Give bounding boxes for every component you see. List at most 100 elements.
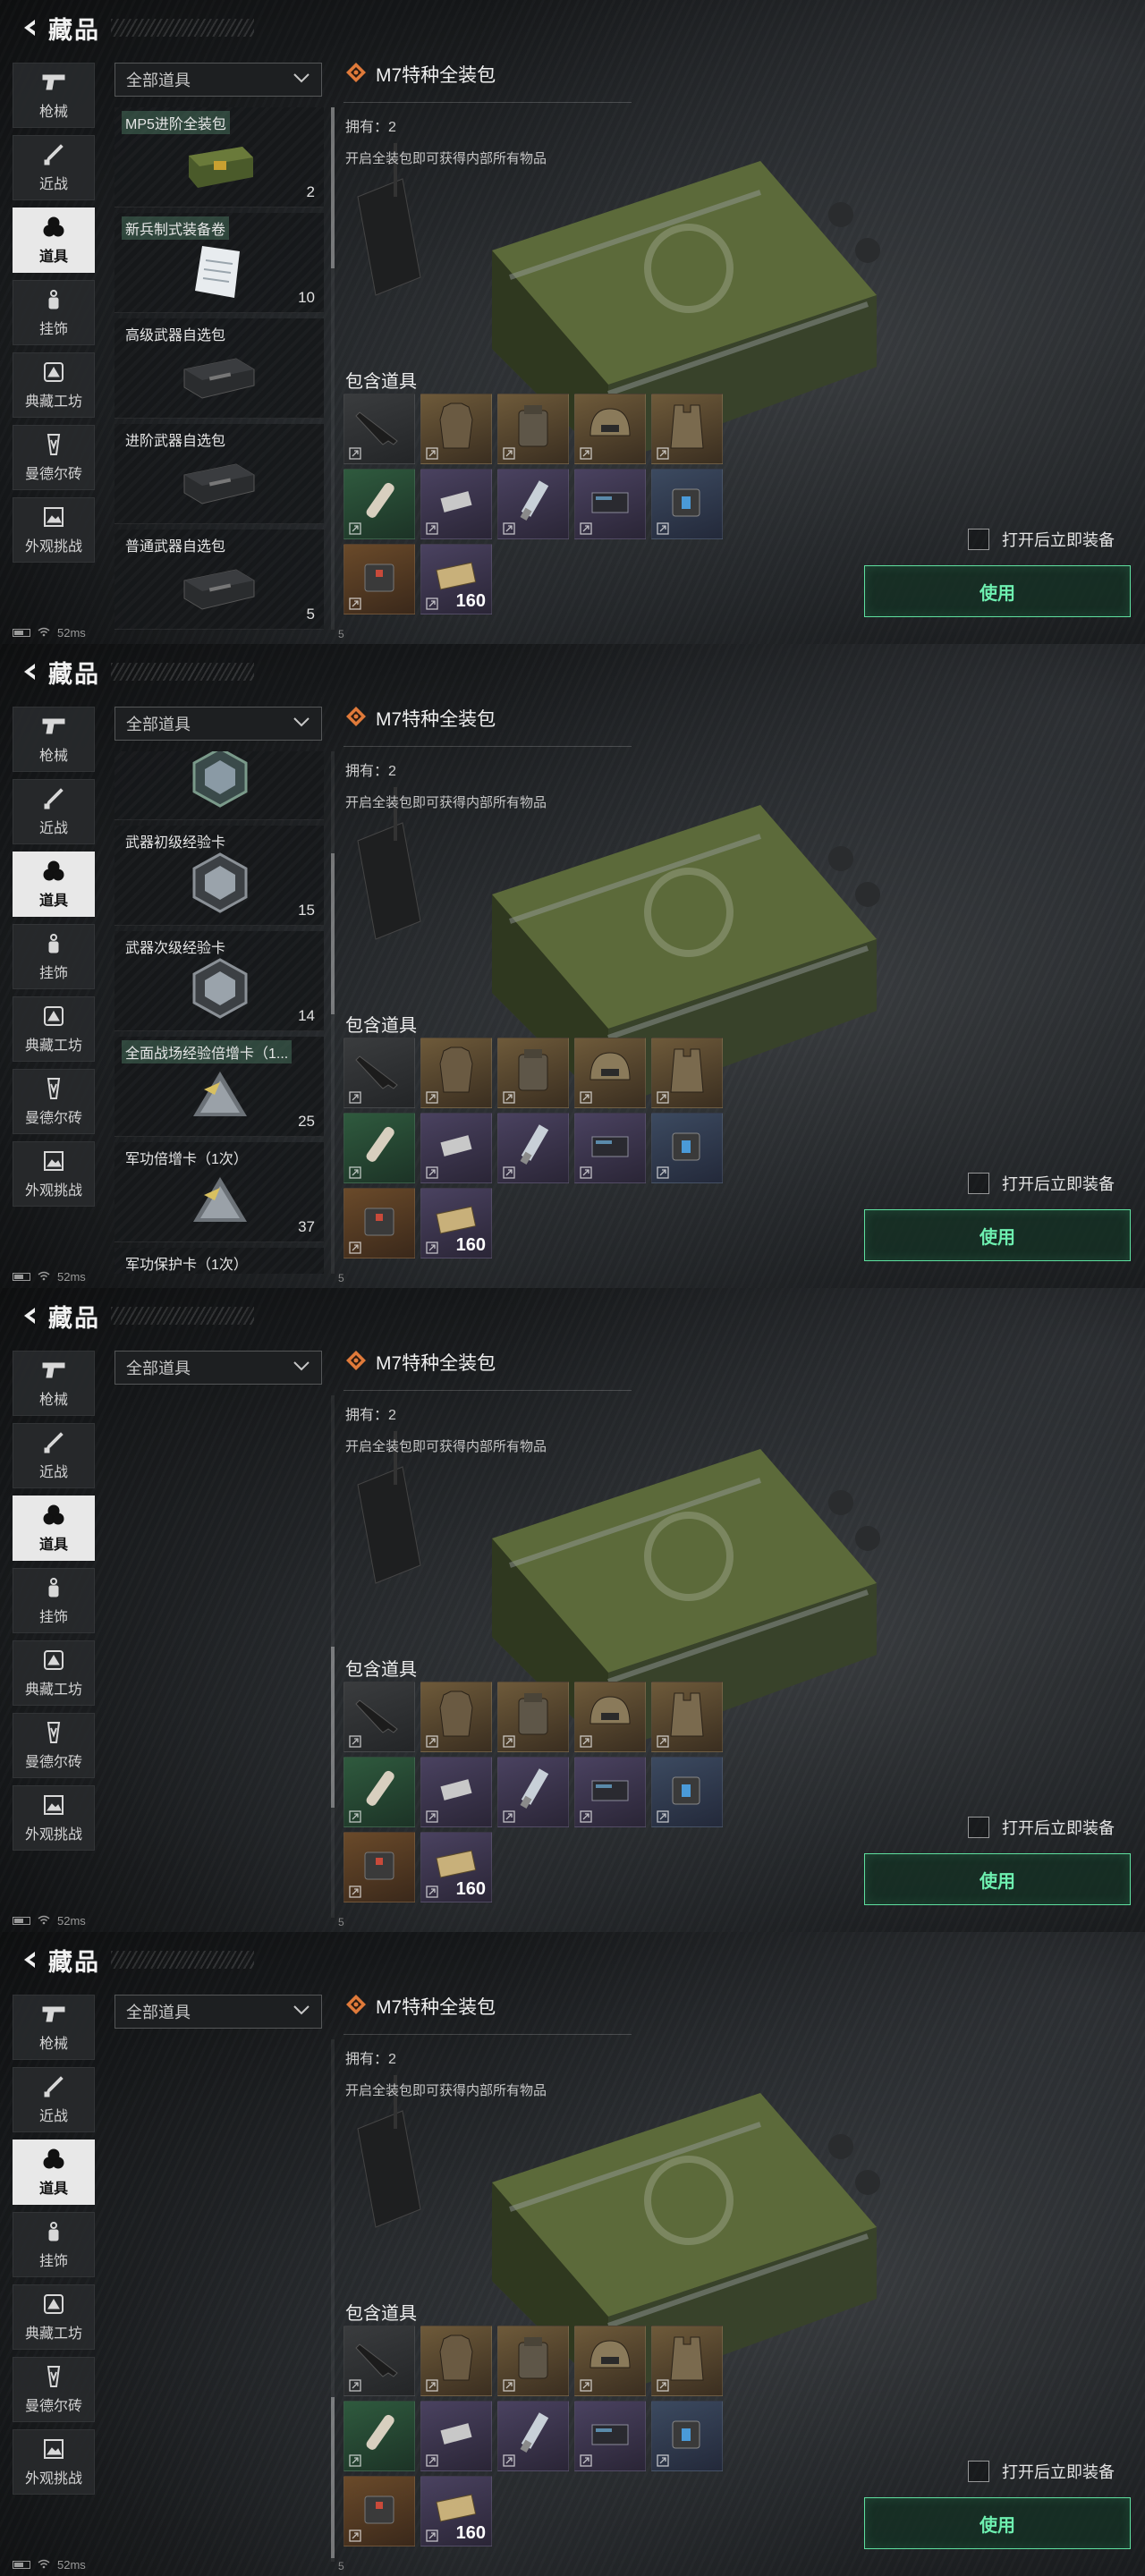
equip-after-open-toggle[interactable]: 打开后立即装备 — [968, 1172, 1115, 1195]
nav-item-gun[interactable]: 枪械 — [13, 63, 95, 128]
list-item[interactable]: 武器中级经验卡 — [114, 751, 324, 820]
included-item-vest[interactable] — [651, 1682, 723, 1752]
included-item-injector[interactable] — [497, 1757, 569, 1827]
nav-item-gallery[interactable]: 外观挑战 — [13, 1141, 95, 1207]
item-list[interactable] — [114, 1395, 324, 1918]
list-item[interactable]: 武器初级经验卡 15 — [114, 825, 324, 926]
nav-item-gallery[interactable]: 外观挑战 — [13, 2429, 95, 2495]
included-item-kit[interactable] — [344, 544, 415, 614]
equip-checkbox[interactable] — [968, 2461, 989, 2482]
included-item-armor[interactable] — [420, 1038, 492, 1108]
included-item-card[interactable] — [574, 1113, 646, 1183]
included-item-helmet[interactable] — [574, 1038, 646, 1108]
equip-after-open-toggle[interactable]: 打开后立即装备 — [968, 528, 1115, 551]
filter-dropdown[interactable]: 全部道具 — [114, 707, 322, 741]
included-item-rifle[interactable] — [344, 394, 415, 464]
list-item[interactable]: 高级武器自选包 — [114, 318, 324, 419]
nav-item-workshop[interactable]: 典藏工坊 — [13, 2284, 95, 2350]
scroll-thumb[interactable] — [331, 107, 335, 268]
back-arrow-icon[interactable] — [13, 1298, 48, 1334]
included-item-kit[interactable] — [344, 1832, 415, 1902]
nav-item-brick[interactable]: 曼德尔砖 — [13, 2357, 95, 2422]
list-scrollbar[interactable] — [331, 1395, 335, 1918]
included-item-card[interactable] — [574, 1757, 646, 1827]
nav-item-charm[interactable]: 挂饰 — [13, 2212, 95, 2277]
included-item-battery[interactable] — [651, 2401, 723, 2471]
nav-item-bomb[interactable]: 道具 — [13, 852, 95, 917]
included-item-injector[interactable] — [497, 2401, 569, 2471]
list-item[interactable]: 军功保护卡（1次）36 — [114, 1247, 324, 1274]
included-item-armor[interactable] — [420, 1682, 492, 1752]
included-item-rifle[interactable] — [344, 1682, 415, 1752]
included-item-syringe[interactable] — [344, 2401, 415, 2471]
nav-item-charm[interactable]: 挂饰 — [13, 280, 95, 345]
nav-item-bomb[interactable]: 道具 — [13, 1496, 95, 1561]
list-item[interactable]: 普通武器自选包 5 — [114, 530, 324, 630]
included-item-syringe[interactable] — [344, 469, 415, 539]
list-item[interactable]: 军功倍增卡（1次） 37 — [114, 1141, 324, 1242]
filter-dropdown[interactable]: 全部道具 — [114, 1351, 322, 1385]
included-item-injector[interactable] — [497, 1113, 569, 1183]
included-item-helmet[interactable] — [574, 394, 646, 464]
nav-item-gun[interactable]: 枪械 — [13, 707, 95, 772]
nav-item-charm[interactable]: 挂饰 — [13, 924, 95, 989]
list-item[interactable]: 武器次级经验卡 14 — [114, 930, 324, 1031]
nav-item-bomb[interactable]: 道具 — [13, 208, 95, 273]
nav-item-brick[interactable]: 曼德尔砖 — [13, 1069, 95, 1134]
nav-item-gun[interactable]: 枪械 — [13, 1351, 95, 1416]
included-item-helmet[interactable] — [574, 2326, 646, 2396]
included-item-armor[interactable] — [420, 2326, 492, 2396]
included-item-kit[interactable] — [344, 2476, 415, 2546]
list-item[interactable]: 进阶武器自选包 — [114, 424, 324, 524]
included-item-ammo[interactable] — [420, 2401, 492, 2471]
nav-item-knife[interactable]: 近战 — [13, 2067, 95, 2132]
item-list[interactable]: 武器中级经验卡武器初级经验卡15武器次级经验卡14全面战场经验倍增卡（1...2… — [114, 751, 324, 1274]
included-item-bullets[interactable]: 160 — [420, 2476, 492, 2546]
list-scrollbar[interactable] — [331, 107, 335, 630]
included-item-syringe[interactable] — [344, 1113, 415, 1183]
included-item-ammo[interactable] — [420, 1113, 492, 1183]
nav-item-brick[interactable]: 曼德尔砖 — [13, 425, 95, 490]
included-item-bullets[interactable]: 160 — [420, 1188, 492, 1258]
item-list[interactable]: MP5进阶全装包 2 新兵制式装备卷 10 高级武器自选包 进阶武器自选包 普通武器自选包 5 — [114, 107, 324, 630]
list-item[interactable]: MP5进阶全装包 2 — [114, 107, 324, 208]
included-item-bullets[interactable]: 160 — [420, 1832, 492, 1902]
included-item-backpack[interactable] — [497, 394, 569, 464]
nav-item-workshop[interactable]: 典藏工坊 — [13, 1640, 95, 1706]
included-item-battery[interactable] — [651, 469, 723, 539]
scroll-thumb[interactable] — [331, 853, 335, 1015]
nav-item-gallery[interactable]: 外观挑战 — [13, 1785, 95, 1851]
scroll-thumb[interactable] — [331, 1646, 335, 1808]
use-button[interactable]: 使用 — [864, 1209, 1131, 1261]
included-item-armor[interactable] — [420, 394, 492, 464]
included-item-bullets[interactable]: 160 — [420, 544, 492, 614]
included-item-rifle[interactable] — [344, 1038, 415, 1108]
list-scrollbar[interactable] — [331, 2039, 335, 2562]
list-item[interactable]: 新兵制式装备卷 10 — [114, 213, 324, 313]
back-arrow-icon[interactable] — [13, 1942, 48, 1978]
included-item-backpack[interactable] — [497, 1682, 569, 1752]
equip-checkbox[interactable] — [968, 1817, 989, 1838]
included-item-battery[interactable] — [651, 1757, 723, 1827]
back-arrow-icon[interactable] — [13, 654, 48, 690]
included-item-syringe[interactable] — [344, 1757, 415, 1827]
nav-item-brick[interactable]: 曼德尔砖 — [13, 1713, 95, 1778]
equip-checkbox[interactable] — [968, 1173, 989, 1194]
nav-item-knife[interactable]: 近战 — [13, 135, 95, 200]
use-button[interactable]: 使用 — [864, 565, 1131, 617]
nav-item-gun[interactable]: 枪械 — [13, 1995, 95, 2060]
included-item-ammo[interactable] — [420, 1757, 492, 1827]
filter-dropdown[interactable]: 全部道具 — [114, 1995, 322, 2029]
equip-after-open-toggle[interactable]: 打开后立即装备 — [968, 1816, 1115, 1839]
use-button[interactable]: 使用 — [864, 2497, 1131, 2549]
included-item-battery[interactable] — [651, 1113, 723, 1183]
included-item-kit[interactable] — [344, 1188, 415, 1258]
included-item-ammo[interactable] — [420, 469, 492, 539]
scroll-thumb[interactable] — [331, 2397, 335, 2558]
back-arrow-icon[interactable] — [13, 10, 48, 46]
filter-dropdown[interactable]: 全部道具 — [114, 63, 322, 97]
list-item[interactable]: 全面战场经验倍增卡（1... 25 — [114, 1036, 324, 1137]
use-button[interactable]: 使用 — [864, 1853, 1131, 1905]
equip-after-open-toggle[interactable]: 打开后立即装备 — [968, 2460, 1115, 2483]
nav-item-knife[interactable]: 近战 — [13, 779, 95, 844]
